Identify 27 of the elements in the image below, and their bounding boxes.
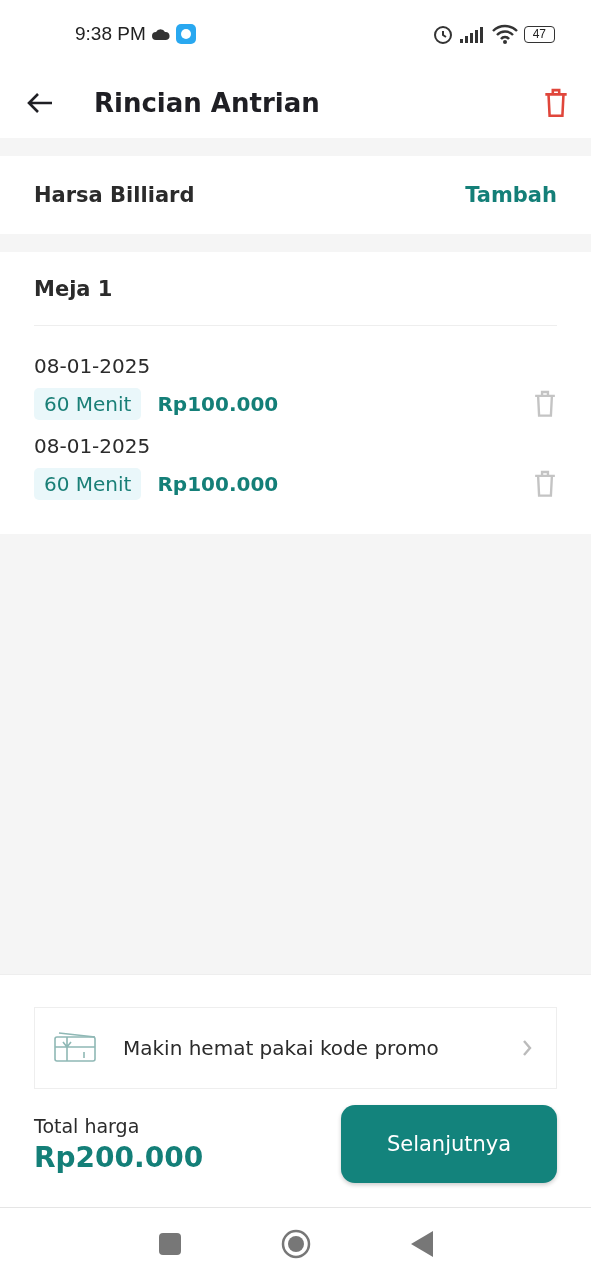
table-name: Meja 1 (34, 276, 113, 301)
status-time: 9:38 PM (75, 23, 146, 45)
venue-name: Harsa Billiard (34, 183, 195, 207)
wifi-icon (491, 24, 518, 44)
duration-tag: 60 Menit (34, 388, 142, 420)
cloud-icon (151, 28, 170, 40)
promo-code-button[interactable]: Makin hemat pakai kode promo (34, 1007, 557, 1089)
booking-price: Rp100.000 (157, 392, 280, 416)
recents-icon[interactable] (158, 1233, 181, 1255)
battery-icon: 47 (523, 25, 555, 43)
add-link[interactable]: Tambah (465, 183, 557, 207)
delete-icon[interactable] (543, 88, 569, 118)
home-icon[interactable] (280, 1229, 311, 1259)
signal-icon (459, 25, 486, 43)
booking-date: 08-01-2025 (34, 354, 152, 378)
booking-date: 08-01-2025 (34, 434, 152, 458)
total-price: Rp200.000 (34, 1140, 204, 1174)
app-icon (175, 24, 196, 44)
back-button[interactable] (26, 91, 54, 115)
next-button[interactable]: Selanjutnya (341, 1105, 557, 1183)
total-label: Total harga (34, 1114, 141, 1137)
page-title: Rincian Antrian (94, 88, 321, 118)
back-icon[interactable] (410, 1231, 433, 1257)
chevron-icon (522, 1039, 532, 1057)
alarm-icon (431, 23, 454, 45)
duration-tag: 60 Menit (34, 468, 142, 500)
booking-price: Rp100.000 (157, 472, 280, 496)
